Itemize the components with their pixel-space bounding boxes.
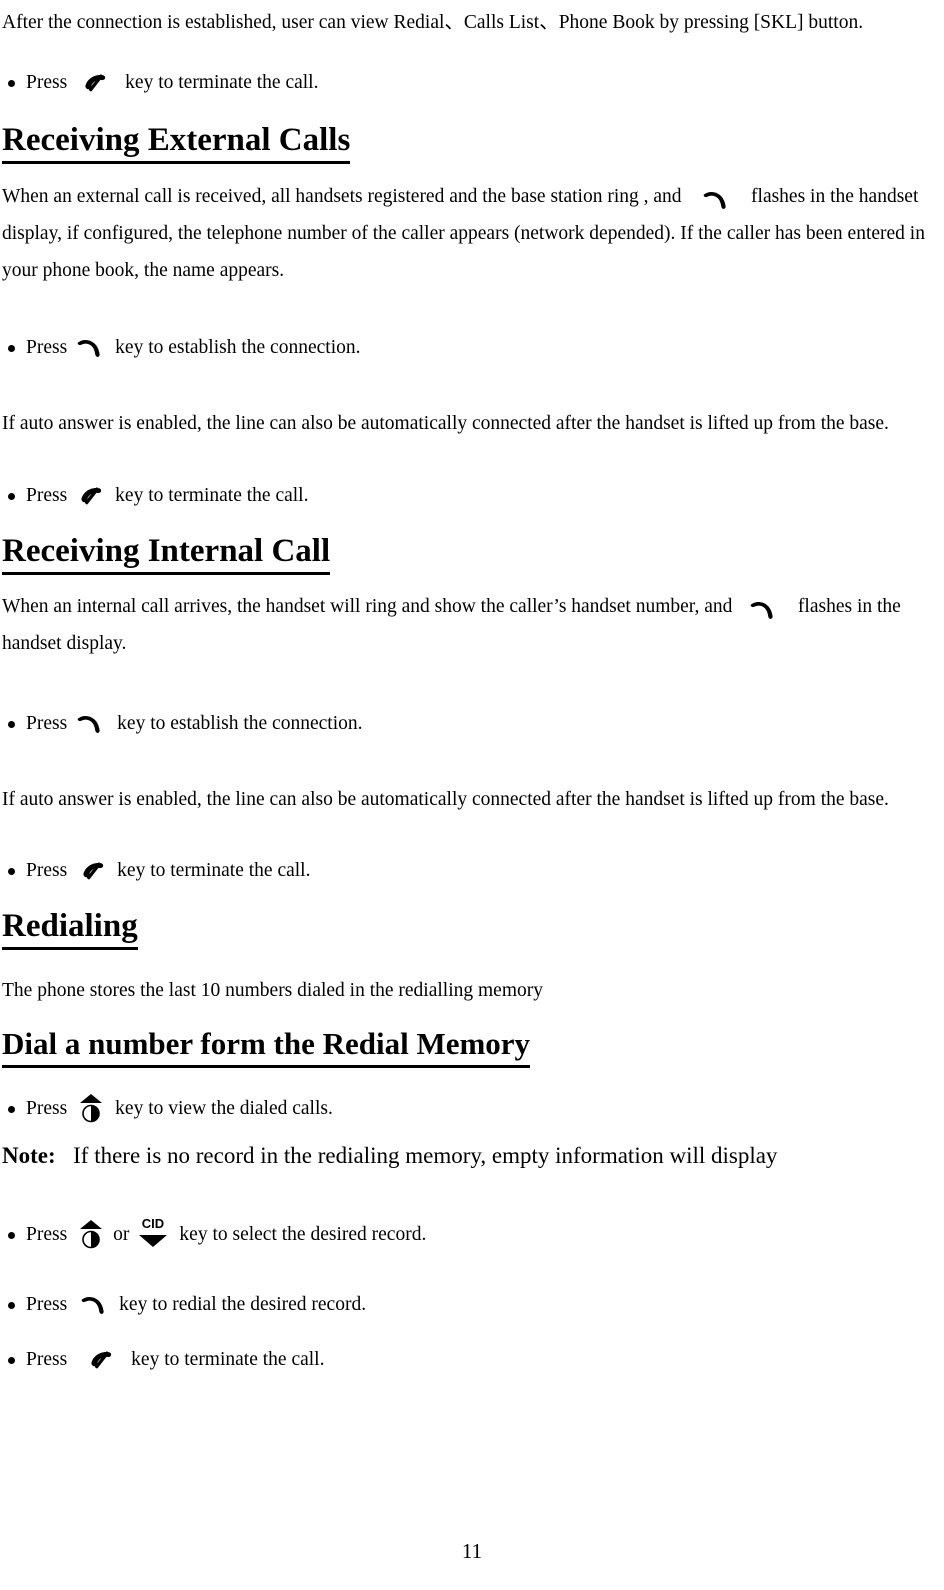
bullet-tail-label: key to terminate the call. — [117, 860, 311, 881]
heading-dial-from-redial-memory: Dial a number form the Redial Memory — [2, 1024, 531, 1068]
bullet-or-label: or — [113, 1224, 130, 1245]
bullet-terminate-call-3: Press key to terminate the call. — [8, 856, 310, 886]
note-line: Note: If there is no record in the redia… — [2, 1141, 940, 1171]
bullet-tail-label: key to establish the connection. — [115, 337, 361, 358]
paragraph-auto-answer-2: If auto answer is enabled, the line can … — [2, 789, 889, 810]
bullet-tail-label: key to establish the connection. — [117, 713, 363, 734]
intro-paragraph: After the connection is established, use… — [2, 12, 864, 33]
bullet-press-label: Press — [26, 1098, 68, 1119]
bullet-establish-connection-2: Press key to establish the connection. — [8, 709, 362, 739]
bullet-terminate-call-1: Press key to terminate the call. — [8, 68, 318, 98]
bullet-press-label: Press — [26, 713, 68, 734]
end-call-icon — [87, 1348, 117, 1372]
bullet-press-label: Press — [26, 860, 68, 881]
bullet-press-label: Press — [26, 72, 68, 93]
bullet-tail-label: key to redial the desired record. — [119, 1294, 367, 1315]
bullet-press-label: Press — [26, 485, 68, 506]
end-call-icon — [81, 71, 111, 95]
bullet-view-dialed-calls: Press key to view the dialed calls. — [8, 1092, 333, 1126]
bullet-redial-desired-record: Press key to redial the desired record. — [8, 1290, 366, 1320]
bullet-dot-icon — [8, 720, 15, 728]
heading-text: Dial a number form the Redial Memory — [2, 1024, 531, 1068]
bullet-dot-icon — [8, 1105, 15, 1113]
heading-receiving-external-calls: Receiving External Calls — [2, 120, 351, 164]
heading-receiving-internal-call: Receiving Internal Call — [2, 531, 331, 575]
heading-text: Receiving External Calls — [2, 120, 351, 164]
bullet-press-label: Press — [26, 1294, 68, 1315]
bullet-tail-label: key to view the dialed calls. — [115, 1098, 333, 1119]
heading-text: Receiving Internal Call — [2, 531, 331, 575]
paragraph-receiving-internal: When an internal call arrives, the hands… — [2, 588, 940, 662]
paragraph-redialing: The phone stores the last 10 numbers dia… — [2, 980, 543, 1001]
bullet-terminate-call-2: Press key to terminate the call. — [8, 481, 308, 511]
bullet-select-desired-record: Press or CID key to select the desired r… — [8, 1215, 427, 1252]
paragraph-receiving-external: When an external call is received, all h… — [2, 178, 940, 289]
bullet-dot-icon — [8, 79, 15, 87]
bullet-dot-icon — [8, 492, 15, 500]
document-page: After the connection is established, use… — [0, 0, 944, 1590]
bullet-dot-icon — [8, 1301, 15, 1309]
bullet-dot-icon — [8, 867, 15, 875]
off-hook-icon — [79, 1294, 109, 1316]
bullet-tail-label: key to select the desired record. — [179, 1224, 427, 1245]
up-scroll-icon — [76, 1089, 106, 1123]
end-call-icon — [79, 859, 109, 883]
off-hook-icon — [701, 187, 731, 209]
page-number: 11 — [461, 1539, 483, 1563]
cid-down-icon: CID — [136, 1215, 170, 1249]
bullet-press-label: Press — [26, 337, 68, 358]
bullet-dot-icon — [8, 1231, 15, 1239]
external-para-part1: When an external call is received, all h… — [2, 186, 682, 207]
up-scroll-icon — [76, 1215, 106, 1249]
bullet-tail-label: key to terminate the call. — [131, 1349, 325, 1370]
internal-para-part1: When an internal call arrives, the hands… — [2, 596, 733, 617]
svg-text:CID: CID — [142, 1216, 164, 1231]
note-text: If there is no record in the redialing m… — [73, 1143, 778, 1168]
off-hook-icon — [75, 337, 105, 359]
end-call-icon — [77, 484, 107, 508]
bullet-tail-label: key to terminate the call. — [125, 72, 319, 93]
heading-redialing: Redialing — [2, 906, 138, 950]
bullet-establish-connection-1: Press key to establish the connection. — [8, 333, 360, 363]
bullet-press-label: Press — [26, 1349, 68, 1370]
bullet-dot-icon — [8, 344, 15, 352]
bullet-terminate-call-4: Press key to terminate the call. — [8, 1345, 324, 1375]
bullet-dot-icon — [8, 1356, 15, 1364]
bullet-tail-label: key to terminate the call. — [115, 485, 309, 506]
off-hook-icon — [75, 713, 105, 735]
paragraph-auto-answer-1: If auto answer is enabled, the line can … — [2, 413, 889, 434]
bullet-press-label: Press — [26, 1224, 68, 1245]
heading-text: Redialing — [2, 906, 138, 950]
note-label: Note: — [2, 1143, 56, 1168]
off-hook-icon — [748, 597, 778, 619]
